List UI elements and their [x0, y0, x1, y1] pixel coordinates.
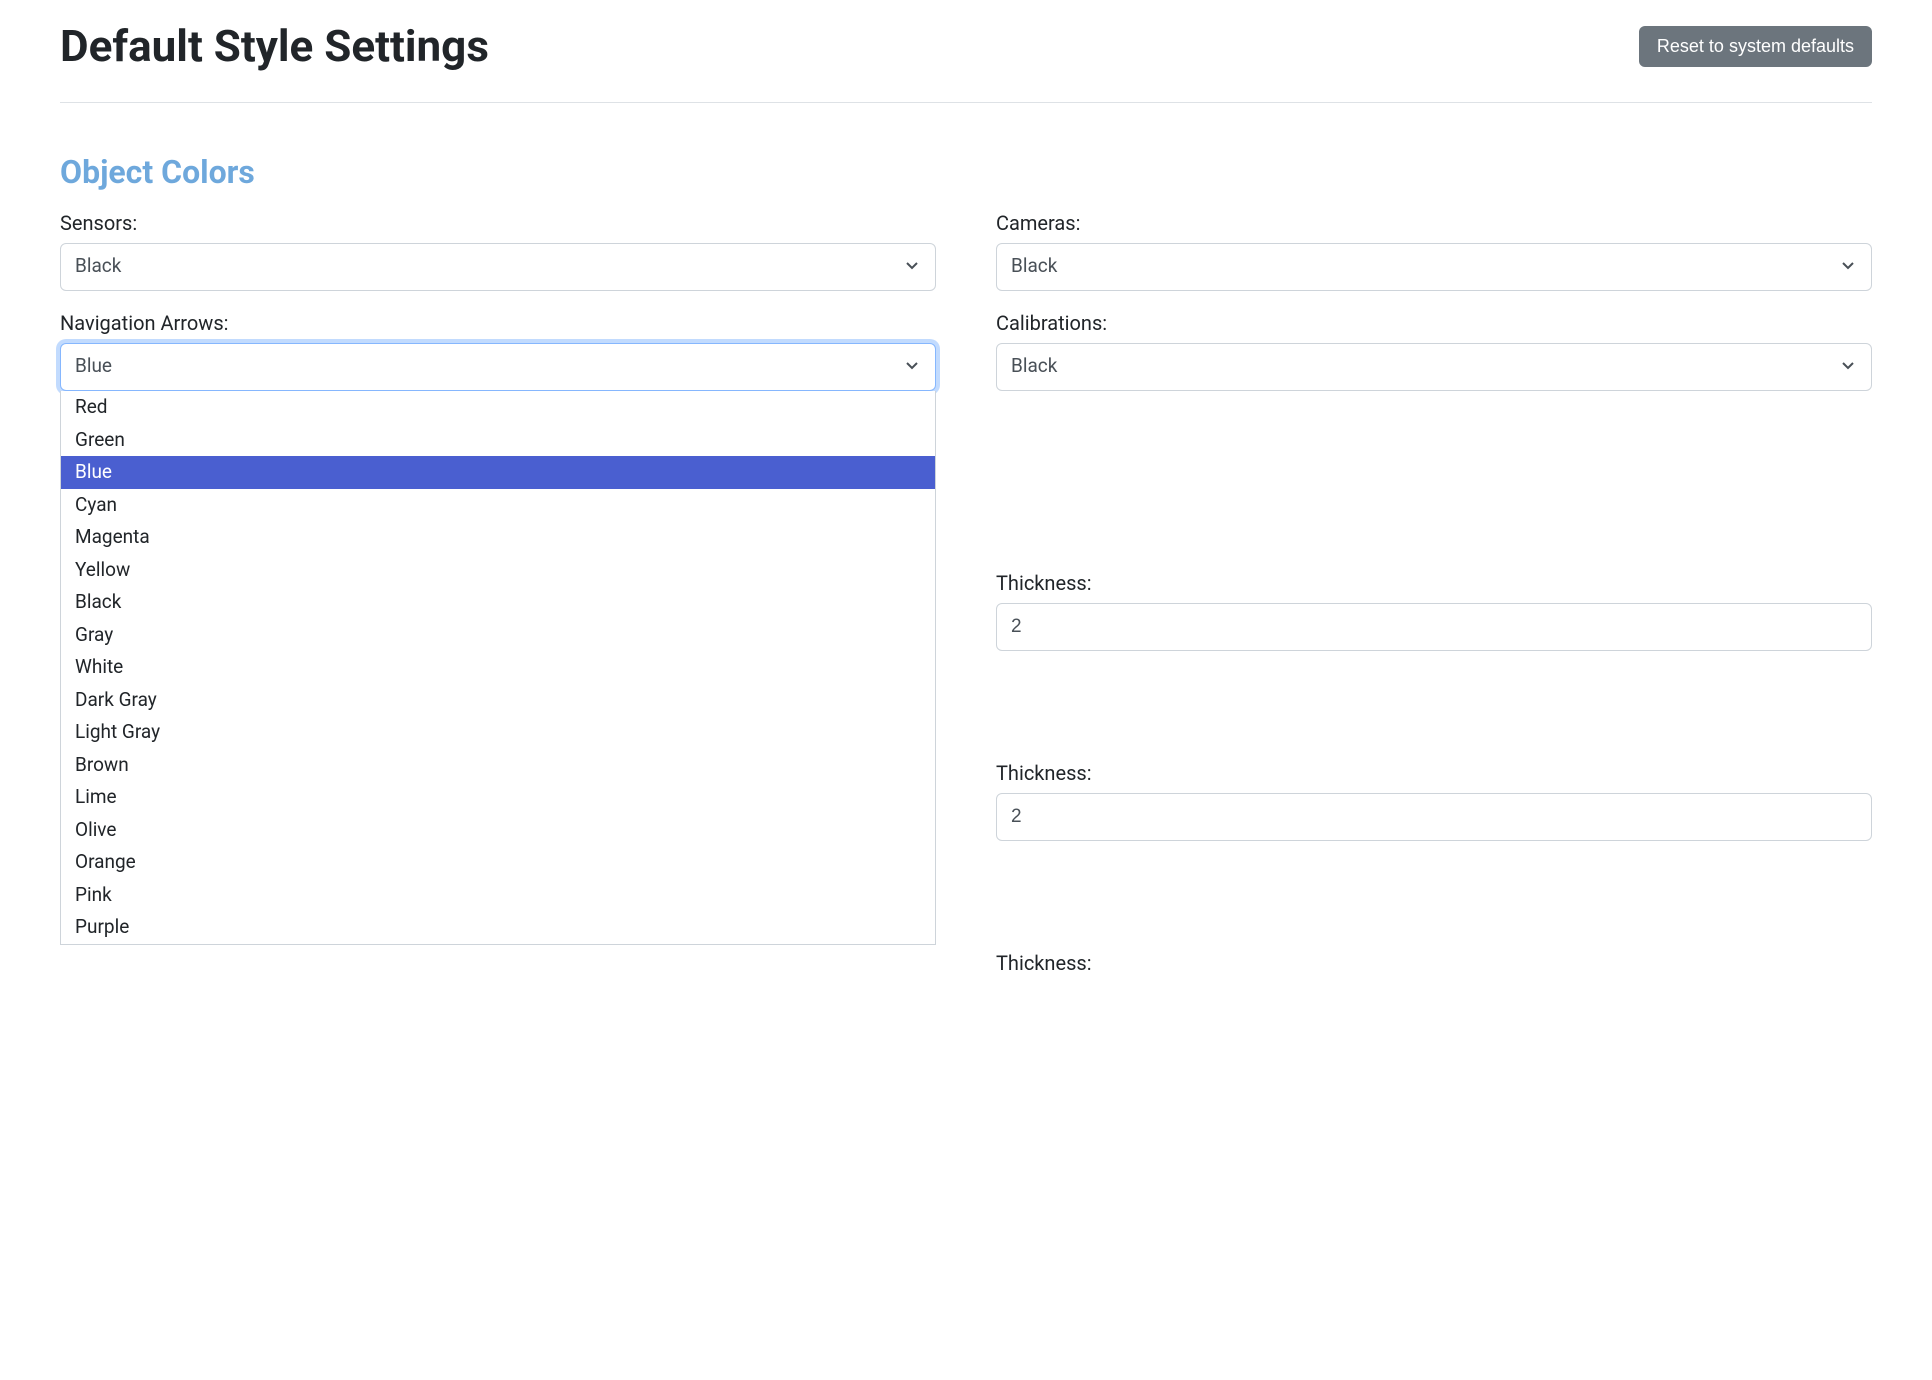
navigation-arrows-label: Navigation Arrows: [60, 311, 936, 335]
color-option-lime[interactable]: Lime [61, 781, 935, 814]
color-option-green[interactable]: Green [61, 424, 935, 457]
thickness-label-3: Thickness: [996, 951, 1872, 975]
cameras-label: Cameras: [996, 211, 1872, 235]
color-option-dark-gray[interactable]: Dark Gray [61, 684, 935, 717]
color-option-yellow[interactable]: Yellow [61, 554, 935, 587]
color-option-blue[interactable]: Blue [61, 456, 935, 489]
calibrations-label: Calibrations: [996, 311, 1872, 335]
color-option-red[interactable]: Red [61, 391, 935, 424]
color-option-gray[interactable]: Gray [61, 619, 935, 652]
thickness-input-1[interactable] [996, 603, 1872, 651]
thickness-input-2[interactable] [996, 793, 1872, 841]
navigation-arrows-dropdown[interactable]: RedGreenBlueCyanMagentaYellowBlackGrayWh… [60, 391, 936, 945]
color-option-purple[interactable]: Purple [61, 911, 935, 944]
thickness-label-2: Thickness: [996, 761, 1872, 785]
reset-button[interactable]: Reset to system defaults [1639, 26, 1872, 67]
sensors-label: Sensors: [60, 211, 936, 235]
section-title-object-colors: Object Colors [60, 153, 1872, 191]
thickness-label-1: Thickness: [996, 571, 1872, 595]
color-option-olive[interactable]: Olive [61, 814, 935, 847]
color-option-white[interactable]: White [61, 651, 935, 684]
color-option-brown[interactable]: Brown [61, 749, 935, 782]
color-option-light-gray[interactable]: Light Gray [61, 716, 935, 749]
page-title: Default Style Settings [60, 20, 489, 72]
cameras-select[interactable]: Black [996, 243, 1872, 291]
navigation-arrows-select[interactable]: Blue [60, 343, 936, 391]
color-option-magenta[interactable]: Magenta [61, 521, 935, 554]
color-option-orange[interactable]: Orange [61, 846, 935, 879]
color-option-pink[interactable]: Pink [61, 879, 935, 912]
color-option-cyan[interactable]: Cyan [61, 489, 935, 522]
calibrations-select[interactable]: Black [996, 343, 1872, 391]
sensors-select[interactable]: Black [60, 243, 936, 291]
color-option-black[interactable]: Black [61, 586, 935, 619]
